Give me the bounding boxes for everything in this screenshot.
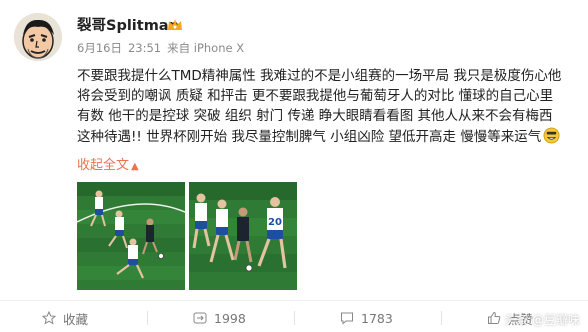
post-line: 不要跟我提什么TMD精神属性 我难过的不是小组赛的一场平局 我只是极度伤心他 — [77, 68, 562, 84]
jersey-number: 20 — [268, 217, 282, 228]
comment-count: 1783 — [361, 310, 393, 326]
post-date[interactable]: 6月16日 — [77, 41, 122, 55]
collapse-label: 收起全文 — [77, 158, 130, 173]
avatar[interactable] — [14, 13, 62, 61]
football-photo-1[interactable] — [77, 182, 185, 290]
football-scene-image: 20 — [189, 182, 297, 290]
repost-icon — [193, 312, 207, 324]
post-meta: 6月16日 23:51 来自 iPhone X — [77, 40, 250, 56]
vip-crown-icon[interactable] — [166, 16, 184, 34]
action-bar: 收藏 1998 1783 点赞 — [0, 302, 588, 332]
football-scene-image — [77, 182, 185, 290]
repost-button[interactable]: 1998 — [193, 308, 246, 328]
action-bar-divider — [0, 300, 588, 301]
grin-emoji-icon — [543, 127, 560, 144]
post-source: 来自 iPhone X — [167, 41, 245, 55]
collapse-text-link[interactable]: 收起全文 ▲ — [77, 154, 139, 173]
post-text: 不要跟我提什么TMD精神属性 我难过的不是小组赛的一场平局 我只是极度伤心他 将… — [77, 66, 582, 147]
star-icon — [42, 311, 56, 325]
post-line-text: 这种待遇!! 世界杯刚开始 我尽量控制脾气 小组凶险 望低开高走 慢慢等来运气 — [77, 128, 542, 145]
favorite-button[interactable]: 收藏 — [42, 308, 88, 328]
repost-count: 1998 — [214, 310, 246, 326]
post-line: 将会受到的嘲讽 质疑 和抨击 更不要跟我提他与葡萄牙人的对比 懂球的自己心里 — [77, 88, 554, 105]
post-line: 有数 他干的是控球 突破 组织 射门 传递 睁大眼睛看看图 其他人从来不会有梅西 — [77, 108, 553, 125]
thumbs-up-icon — [488, 311, 501, 324]
avatar-face-illustration — [14, 13, 62, 61]
action-separator — [441, 311, 442, 325]
post-time[interactable]: 23:51 — [128, 41, 161, 55]
favorite-label: 收藏 — [63, 311, 89, 327]
comment-icon — [341, 312, 353, 325]
comment-button[interactable]: 1783 — [340, 308, 393, 328]
post-line-last: 这种待遇!! 世界杯刚开始 我尽量控制脾气 小组凶险 望低开高走 慢慢等来运气 — [77, 127, 582, 147]
action-separator — [147, 311, 148, 325]
chevron-up-icon: ▲ — [131, 161, 139, 172]
username[interactable]: 裂哥Splitman — [77, 14, 179, 35]
watermark: 头条 @豆瓣味 — [504, 313, 580, 327]
football-photo-2[interactable]: 20 — [189, 182, 297, 290]
action-separator — [294, 311, 295, 325]
